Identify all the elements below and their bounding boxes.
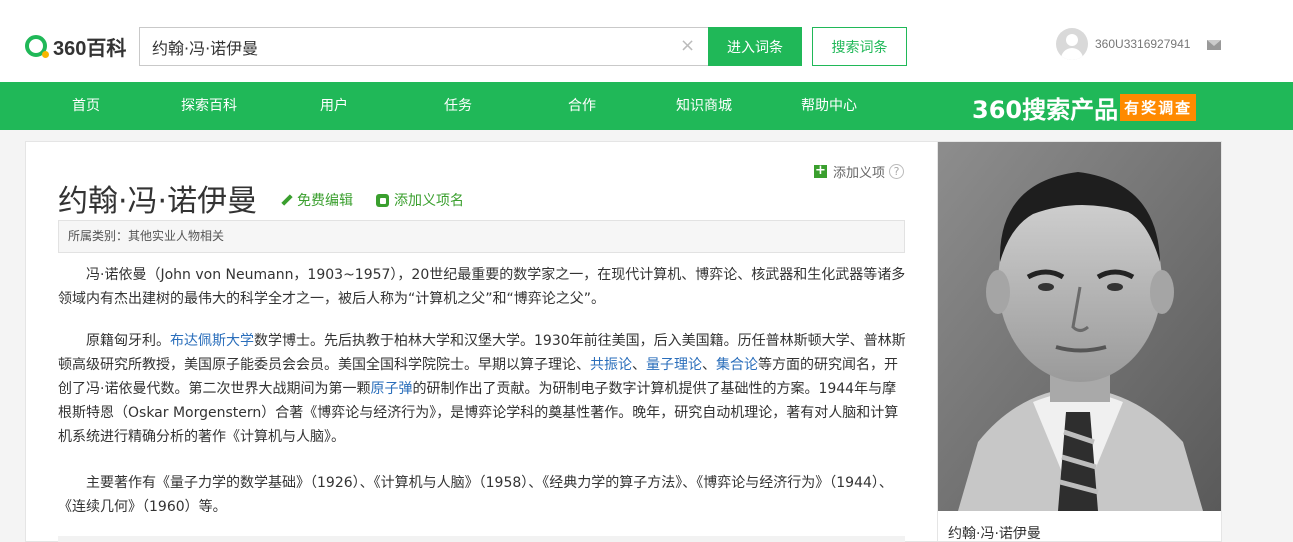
nav-item-home[interactable]: 首页: [72, 82, 100, 130]
survey-promo[interactable]: 360搜索产品 有奖调查: [972, 92, 1197, 124]
link-atomic-bomb[interactable]: 原子弹: [370, 381, 412, 397]
section-divider: [58, 536, 905, 542]
link-set-theory[interactable]: 集合论: [716, 357, 758, 373]
help-icon[interactable]: ?: [889, 164, 905, 179]
pen-icon: [280, 194, 293, 207]
clear-icon[interactable]: ×: [680, 37, 696, 55]
nav-item-help[interactable]: 帮助中心: [801, 82, 857, 130]
plus-icon: +: [814, 163, 827, 178]
edit-button[interactable]: 免费编辑: [280, 190, 353, 210]
search-box: ×: [139, 27, 708, 66]
paragraph-intro: 冯·诺依曼（John von Neumann，1903~1957），20世纪最重…: [58, 267, 906, 307]
edit-label: 免费编辑: [297, 193, 353, 209]
portrait-caption: 约翰·冯·诺伊曼: [948, 526, 1041, 542]
add-meaning-label: 添加义项: [833, 166, 886, 181]
logo-icon: [25, 35, 49, 58]
link-budapest-university[interactable]: 布达佩斯大学: [170, 333, 254, 349]
site-logo[interactable]: 360百科: [25, 33, 127, 60]
add-meaning-link[interactable]: + 添加义项 ?: [814, 162, 905, 181]
link-resonance-theory[interactable]: 共振论: [590, 357, 632, 373]
portrait-photo[interactable]: [938, 142, 1221, 511]
nav-item-cooperation[interactable]: 合作: [568, 82, 596, 130]
search-input[interactable]: [152, 28, 672, 65]
add-name-button[interactable]: 添加义项名: [376, 190, 464, 210]
logo-text: 360百科: [53, 37, 127, 60]
nav-item-tasks[interactable]: 任务: [444, 82, 472, 130]
nav-item-user[interactable]: 用户: [320, 82, 348, 130]
mail-icon[interactable]: [1207, 40, 1221, 50]
enter-entry-button[interactable]: 进入词条: [708, 27, 802, 66]
search-entry-button[interactable]: 搜索词条: [812, 27, 907, 66]
category-bar: 所属类别：其他实业人物相关: [58, 220, 905, 253]
nav-item-mall[interactable]: 知识商城: [676, 82, 732, 130]
page-title: 约翰·冯·诺伊曼: [58, 184, 258, 219]
add-name-label: 添加义项名: [394, 193, 464, 209]
username[interactable]: 360U3316927941: [1095, 37, 1190, 51]
promo-text: 360搜索产品: [972, 95, 1119, 124]
main-nav: 首页 探索百科 用户 任务 合作 知识商城 帮助中心 360搜索产品 有奖调查: [0, 82, 1293, 130]
link-quantum-theory[interactable]: 量子理论: [646, 357, 702, 373]
portrait-image: [938, 142, 1221, 511]
paragraph-bio: 原籍匈牙利。布达佩斯大学数学博士。先后执教于柏林大学和汉堡大学。1930年前往美…: [58, 333, 906, 445]
avatar[interactable]: [1056, 28, 1088, 60]
promo-badge: 有奖调查: [1120, 93, 1197, 121]
paragraph-works: 主要著作有《量子力学的数学基础》（1926）、《计算机与人脑》（1958）、《经…: [58, 475, 893, 515]
copy-icon: [376, 193, 389, 207]
nav-item-explore[interactable]: 探索百科: [181, 82, 237, 130]
